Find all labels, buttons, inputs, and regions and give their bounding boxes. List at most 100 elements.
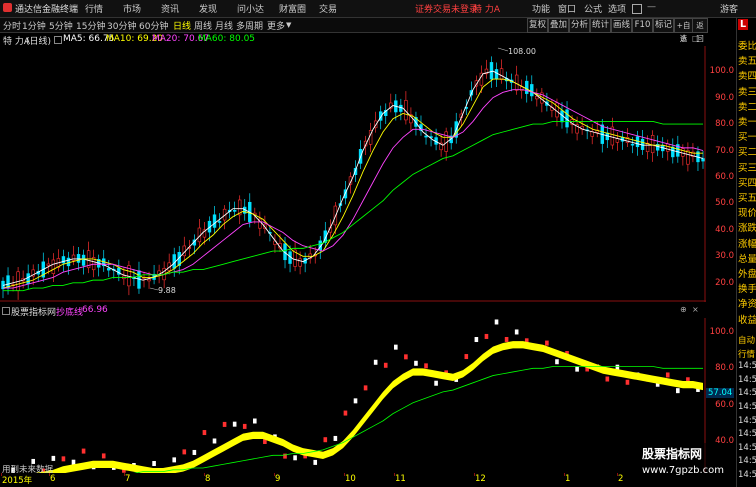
- time-tick-mark: [394, 473, 395, 476]
- candle-body: [71, 254, 76, 261]
- indicator-bar: [676, 388, 680, 394]
- quote-field-label: 买五: [738, 193, 756, 204]
- menu-item-ask[interactable]: 问小达: [237, 2, 264, 15]
- menu-item-quotes[interactable]: 行情: [85, 2, 103, 15]
- period-timeshare[interactable]: 分时: [3, 19, 21, 32]
- tick-time-label: 14:56: [738, 415, 756, 426]
- restore-rights-button[interactable]: 复权: [527, 18, 548, 33]
- add-favorite-button[interactable]: +自选: [674, 18, 693, 43]
- indicator-bar: [474, 337, 479, 343]
- quote-field-label: 委比: [738, 41, 756, 52]
- price-tick: 40.0: [715, 224, 734, 235]
- quote-side-panel: L 委比 卖五 卖四 卖三 卖二 卖一 买一 买二 买三 买四 买五 现价 涨跌 涨幅 总量 外盘 换手 净资 收益…: [736, 18, 756, 487]
- candle-body: [615, 138, 620, 143]
- quote-field-label: 卖四: [738, 71, 756, 83]
- main-settings-icon[interactable]: ⊕: [680, 34, 687, 43]
- indicator-bar: [293, 455, 297, 461]
- candle-body: [650, 134, 655, 154]
- ma-info-bar: 特 力A (日线) MA5: 66.75 MA10: 69.20 MA20: 7…: [0, 33, 706, 47]
- menu-item-wealth[interactable]: 财富圈: [279, 2, 306, 15]
- menu-formula[interactable]: 公式: [584, 2, 602, 15]
- menu-item-trade[interactable]: 交易: [319, 2, 337, 15]
- candle-body: [298, 258, 302, 267]
- statistics-button[interactable]: 统计: [590, 18, 611, 33]
- mark-button[interactable]: 标记: [653, 18, 674, 33]
- level-badge[interactable]: L: [738, 19, 749, 30]
- indicator-tick: 80.0: [715, 363, 734, 374]
- quote-field-label: 外盘: [738, 269, 756, 280]
- time-tick-mark: [49, 473, 50, 476]
- main-close-icon[interactable]: □: [692, 34, 700, 43]
- indicator-bar: [394, 344, 398, 350]
- more-dropdown-icon[interactable]: ▼: [286, 21, 291, 29]
- candle-body: [630, 143, 635, 146]
- period-daily[interactable]: 日线: [173, 19, 191, 32]
- candle-body: [66, 257, 71, 267]
- menu-options[interactable]: 选项: [608, 2, 626, 15]
- indicator-bar: [182, 449, 187, 455]
- candle-body: [686, 150, 690, 165]
- indicator-bar: [404, 354, 408, 360]
- indicator-bar: [71, 459, 76, 465]
- period-more[interactable]: 更多: [267, 19, 285, 32]
- app-logo-icon: [3, 3, 12, 12]
- candle-body: [494, 69, 499, 80]
- draw-line-button[interactable]: 画线: [611, 18, 632, 33]
- f10-button[interactable]: F10: [632, 18, 653, 33]
- indicator-bar: [323, 437, 328, 443]
- indicator-bar: [665, 372, 670, 378]
- indicator-bar: [575, 366, 579, 372]
- indicator-chart[interactable]: [0, 303, 706, 473]
- candle-body: [399, 104, 403, 112]
- period-5min[interactable]: 5分钟: [49, 19, 73, 32]
- tick-time-label: 14:56: [738, 388, 756, 399]
- trade-login-alert[interactable]: 证券交易未登录: [415, 2, 478, 15]
- period-monthly[interactable]: 月线: [215, 19, 233, 32]
- price-tick: 30.0: [715, 251, 734, 262]
- quote-field-label: 现价: [738, 208, 756, 220]
- menu-window[interactable]: 窗口: [558, 2, 576, 15]
- period-weekly[interactable]: 周线: [194, 19, 212, 32]
- menu-item-news[interactable]: 资讯: [161, 2, 179, 15]
- menu-item-discover[interactable]: 发现: [199, 2, 217, 15]
- analyze-button[interactable]: 分析: [569, 18, 590, 33]
- window-restore-icon[interactable]: [632, 4, 642, 14]
- candle-body: [514, 74, 519, 91]
- period-30min[interactable]: 30分钟: [107, 19, 136, 32]
- tick-time-label[interactable]: 行情: [738, 348, 755, 360]
- candle-body: [26, 273, 30, 285]
- indicator-bar: [232, 421, 237, 427]
- candle-body: [212, 214, 217, 228]
- quote-field-label: 总量: [738, 253, 756, 265]
- menu-item-market[interactable]: 市场: [123, 2, 141, 15]
- tick-time-label[interactable]: 自动: [738, 334, 755, 346]
- price-tick: 60.0: [715, 171, 734, 182]
- period-multi[interactable]: 多周期: [236, 19, 263, 32]
- period-15min[interactable]: 15分钟: [76, 19, 105, 32]
- candle-body: [46, 263, 51, 266]
- candlestick-chart[interactable]: 108.00 9.88: [0, 46, 706, 302]
- candle-body: [107, 268, 111, 271]
- app-title: 通达信金融终端: [15, 5, 79, 15]
- menu-function[interactable]: 功能: [532, 2, 550, 15]
- period-1min[interactable]: 1分钟: [22, 19, 46, 32]
- price-tick: 80.0: [715, 119, 734, 130]
- time-tick-mark: [474, 473, 475, 476]
- indicator-select-icon[interactable]: [54, 36, 62, 44]
- candle-body: [76, 254, 81, 263]
- overlay-button[interactable]: 叠加: [548, 18, 569, 33]
- quote-field-label: 涨跌: [738, 223, 756, 235]
- time-axis: 2015年 6 7 8 9 10 11 12 1 2: [0, 473, 706, 487]
- period-60min[interactable]: 60分钟: [139, 19, 168, 32]
- time-tick-mark: [274, 473, 275, 476]
- price-tick: 100.0: [709, 66, 734, 77]
- indicator-bar: [222, 421, 227, 427]
- indicator-bar: [555, 359, 559, 365]
- tick-time-label: 14:56: [738, 456, 756, 467]
- tick-time-label: 14:56: [738, 374, 756, 385]
- candle-body: [525, 80, 529, 94]
- back-button[interactable]: 返回: [692, 18, 708, 43]
- candle-body: [147, 278, 151, 282]
- menu-guest[interactable]: 游客: [720, 2, 738, 15]
- minimize-icon[interactable]: —: [647, 2, 656, 12]
